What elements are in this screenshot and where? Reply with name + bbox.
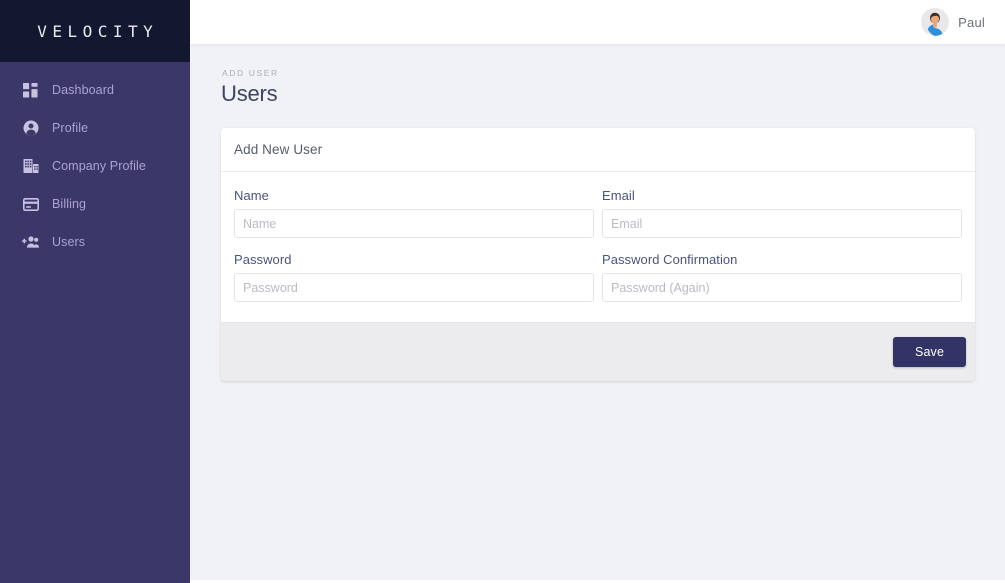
sidebar-item-label: Billing — [52, 196, 87, 211]
app-window: VELOCITY Dashboard Profile Company Profi… — [0, 0, 1005, 583]
main-content: ADD USER Users Add New User Name Email — [190, 44, 1005, 580]
sidebar-item-dashboard[interactable]: Dashboard — [0, 71, 190, 109]
password-confirmation-input[interactable] — [602, 273, 962, 302]
name-input[interactable] — [234, 209, 594, 238]
sidebar-item-company-profile[interactable]: Company Profile — [0, 147, 190, 185]
user-menu[interactable]: Paul — [921, 8, 985, 36]
card-footer: Save — [221, 322, 975, 381]
billing-icon — [21, 195, 40, 214]
user-name: Paul — [958, 14, 985, 30]
users-add-icon — [21, 233, 40, 252]
dashboard-icon — [21, 81, 40, 100]
profile-icon — [21, 119, 40, 138]
email-input[interactable] — [602, 209, 962, 238]
user-avatar — [921, 8, 950, 36]
email-label: Email — [602, 188, 635, 203]
form-row: Name Email — [234, 188, 962, 238]
sidebar-item-label: Users — [52, 234, 86, 249]
sidebar-item-label: Company Profile — [52, 158, 146, 173]
card-body: Name Email Password — [221, 172, 975, 322]
form-row: Password Password Confirmation — [234, 252, 962, 302]
save-button[interactable]: Save — [893, 337, 966, 367]
form-group-email: Email — [602, 188, 962, 238]
password-input[interactable] — [234, 273, 594, 302]
sidebar-item-label: Profile — [52, 120, 89, 135]
sidebar-item-profile[interactable]: Profile — [0, 109, 190, 147]
card-header: Add New User — [221, 128, 975, 172]
breadcrumb: ADD USER — [222, 68, 279, 78]
sidebar-nav: Dashboard Profile Company Profile Billin… — [0, 62, 190, 261]
brand-logo-text: VELOCITY — [37, 21, 159, 41]
sidebar-item-billing[interactable]: Billing — [0, 185, 190, 223]
form-group-password: Password — [234, 252, 594, 302]
sidebar-item-label: Dashboard — [52, 82, 115, 97]
sidebar-logo[interactable]: VELOCITY — [0, 0, 190, 62]
page-title: Users — [221, 81, 278, 106]
topbar: Paul — [190, 0, 1005, 44]
content-pane: Paul ADD USER Users Add New User Name Na… — [190, 0, 1005, 583]
form-group-password-confirmation: Password Confirmation — [602, 252, 962, 302]
add-new-user-card: Add New User Name Email — [221, 128, 975, 381]
company-icon — [21, 157, 40, 176]
sidebar: VELOCITY Dashboard Profile Company Profi… — [0, 0, 190, 583]
name-label: Name — [234, 188, 269, 203]
password-confirmation-label: Password Confirmation — [602, 252, 738, 267]
card-title: Add New User — [234, 142, 323, 157]
sidebar-item-users[interactable]: Users — [0, 223, 190, 261]
password-label: Password — [234, 252, 292, 267]
form-group-name: Name — [234, 188, 594, 238]
